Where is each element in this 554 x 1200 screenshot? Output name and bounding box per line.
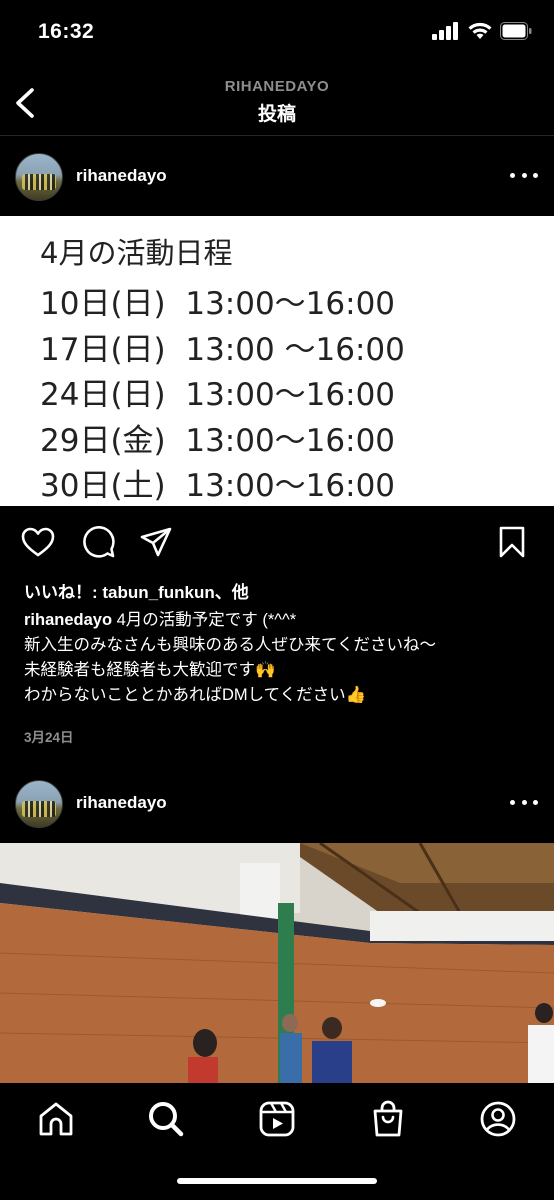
send-icon[interactable]	[138, 524, 174, 560]
schedule-row: 29日(金) 13:00〜16:00	[40, 423, 396, 459]
schedule-row: 17日(日) 13:00 〜16:00	[40, 332, 405, 368]
search-icon[interactable]	[146, 1099, 186, 1139]
post-photo[interactable]	[0, 843, 554, 1083]
likes-text[interactable]: いいね！: tabun_funkun、他	[24, 578, 249, 603]
shop-icon[interactable]	[368, 1099, 408, 1139]
page-title: 投稿	[257, 104, 296, 125]
header-divider	[0, 135, 554, 136]
bookmark-icon[interactable]	[494, 524, 530, 560]
post-username[interactable]: rihanedayo	[76, 166, 167, 186]
schedule-row: 30日(土) 13:00〜16:00	[40, 468, 396, 504]
avatar[interactable]	[15, 153, 63, 201]
status-icons	[432, 22, 532, 40]
heart-icon[interactable]	[20, 524, 56, 560]
more-options-icon[interactable]	[510, 800, 538, 808]
caption-username[interactable]: rihanedayo	[24, 611, 112, 629]
reels-icon[interactable]	[257, 1099, 297, 1139]
avatar[interactable]	[15, 780, 63, 828]
caption-line: 新入生のみなさんも興味のある人ぜひ来てくださいね〜	[24, 636, 437, 654]
schedule-title: 4月の活動日程	[40, 236, 233, 270]
more-options-icon[interactable]	[510, 173, 538, 181]
wifi-icon	[468, 22, 492, 39]
profile-icon[interactable]	[478, 1099, 518, 1139]
battery-icon	[500, 22, 532, 40]
post-date: 3月24日	[24, 730, 74, 745]
caption-line: 未経験者も経験者も大歓迎です🙌	[24, 661, 276, 679]
post-image[interactable]: 4月の活動日程 10日(日) 13:00〜16:00 17日(日) 13:00 …	[0, 216, 554, 506]
home-icon[interactable]	[36, 1099, 76, 1139]
caption-line: rihanedayo 4月の活動予定です (*^^*	[24, 608, 296, 633]
caption-line: わからないこととかあればDMしてください👍	[24, 686, 367, 704]
schedule-row: 10日(日) 13:00〜16:00	[40, 286, 396, 322]
signal-icon	[432, 22, 458, 40]
caption-text: 4月の活動予定です (*^^*	[112, 611, 297, 629]
home-indicator	[177, 1178, 377, 1184]
post-username[interactable]: rihanedayo	[76, 793, 167, 813]
schedule-row: 24日(日) 13:00〜16:00	[40, 377, 396, 413]
comment-icon[interactable]	[80, 524, 116, 560]
header-username: RIHANEDAYO	[224, 78, 330, 95]
status-time: 16:32	[38, 20, 95, 43]
